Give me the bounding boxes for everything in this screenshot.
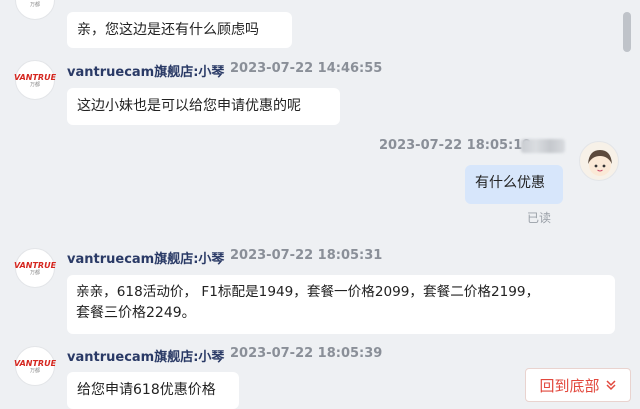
sender-name: vantruecam旗舰店:小琴 <box>67 65 225 80</box>
brand-logo-subtext: 万都 <box>29 1 40 8</box>
back-to-bottom-button[interactable]: 回到底部 <box>525 368 631 402</box>
message-timestamp: 2023-07-22 18:05:39 <box>230 346 383 361</box>
message-text-line: 套餐三价格2249。 <box>76 305 196 321</box>
double-chevron-down-icon <box>605 380 616 391</box>
shop-avatar[interactable]: VANTRUE 万都 <box>14 0 56 20</box>
brand-logo-text: VANTRUE <box>13 358 57 368</box>
back-to-bottom-label: 回到底部 <box>539 376 600 395</box>
message-text-line: 亲亲，618活动价， F1标配是1949，套餐一价格2099，套餐二价格2199… <box>76 284 540 300</box>
user-avatar-icon <box>588 150 612 176</box>
brand-logo-subtext: 万都 <box>29 367 40 374</box>
message-bubble: 亲亲，618活动价， F1标配是1949，套餐一价格2099，套餐二价格2199… <box>67 275 615 334</box>
message-bubble-mine: 有什么优惠 <box>465 165 563 204</box>
message-text: 有什么优惠 <box>475 175 545 191</box>
message-timestamp: 2023-07-22 18:05:19 <box>379 138 532 153</box>
message-bubble: 这边小妹也是可以给您申请优惠的呢 <box>67 88 340 125</box>
brand-logo-subtext: 万都 <box>29 269 40 276</box>
chat-area: VANTRUE 万都 亲，您这边是还有什么顾虑吗 VANTRUE 万都 vant… <box>0 0 640 409</box>
scrollbar-thumb[interactable] <box>623 12 631 52</box>
message-timestamp: 2023-07-22 14:46:55 <box>230 61 383 76</box>
message-bubble: 给您申请618优惠价格 <box>67 372 239 409</box>
brand-logo-text: VANTRUE <box>13 260 57 270</box>
blurred-username <box>521 139 565 153</box>
brand-logo-text: VANTRUE <box>13 72 57 82</box>
sender-name: vantruecam旗舰店:小琴 <box>67 350 225 365</box>
message-text: 这边小妹也是可以给您申请优惠的呢 <box>77 98 301 114</box>
shop-avatar[interactable]: VANTRUE 万都 <box>13 60 57 100</box>
message-bubble: 亲，您这边是还有什么顾虑吗 <box>67 12 292 48</box>
read-status: 已读 <box>527 211 552 225</box>
message-text: 亲，您这边是还有什么顾虑吗 <box>77 22 259 38</box>
user-avatar[interactable] <box>579 141 619 181</box>
sender-name: vantruecam旗舰店:小琴 <box>67 252 225 267</box>
message-text: 给您申请618优惠价格 <box>77 382 216 398</box>
shop-avatar[interactable]: VANTRUE 万都 <box>13 346 57 386</box>
brand-logo-subtext: 万都 <box>29 81 40 88</box>
shop-avatar[interactable]: VANTRUE 万都 <box>13 248 57 288</box>
message-timestamp: 2023-07-22 18:05:31 <box>230 248 383 263</box>
